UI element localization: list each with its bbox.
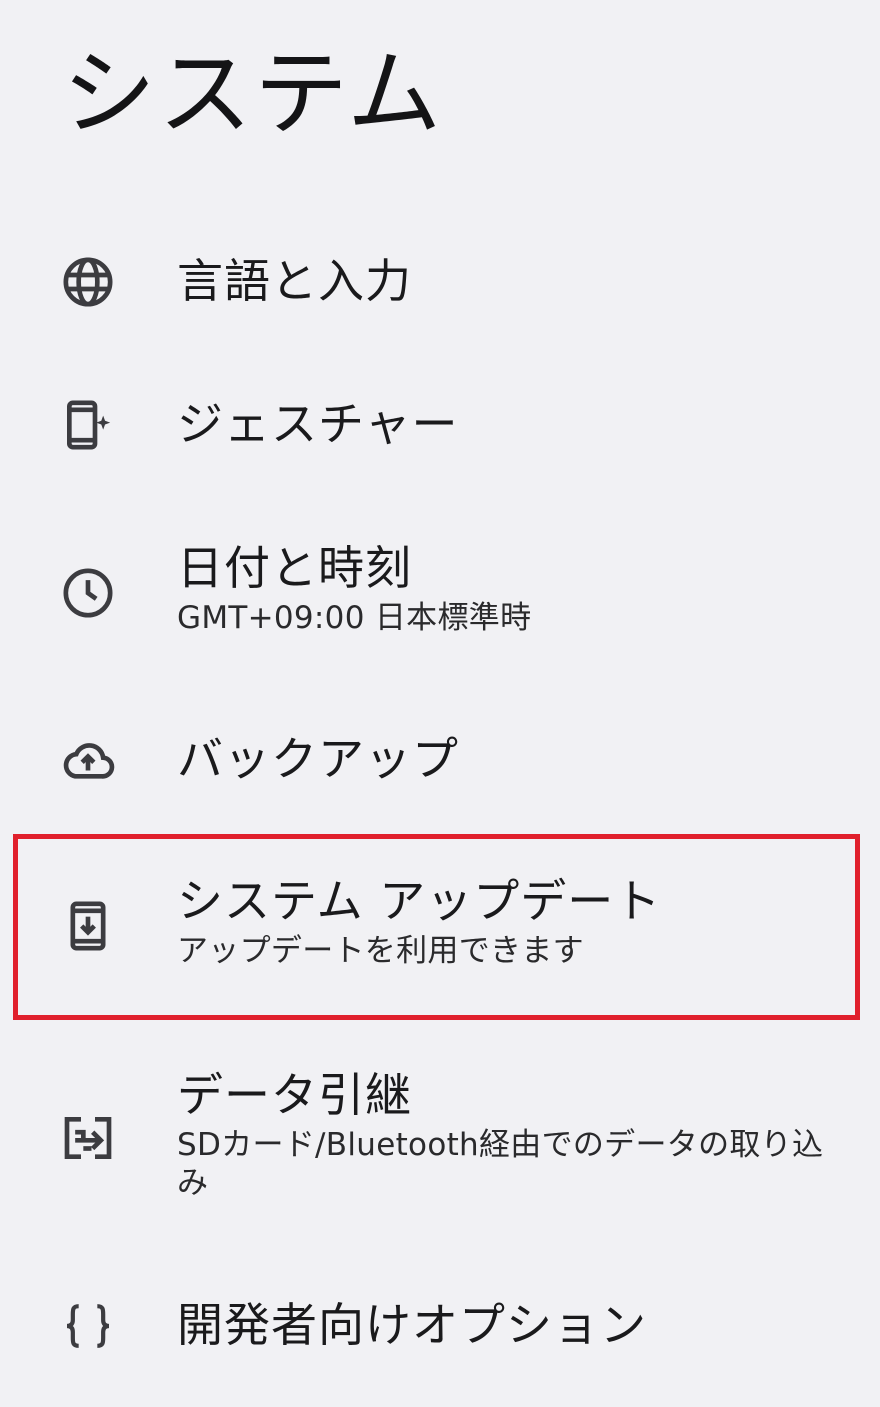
settings-list: 言語と入力 ジェスチャー 日付と時刻 GMT+09:00 日本標準時 バックアッ… — [0, 0, 880, 1407]
system-update-icon — [58, 896, 118, 956]
settings-item-system-update[interactable]: システム アップデート アップデートを利用できます — [0, 866, 880, 991]
settings-item-developer-options[interactable]: 開発者向けオプション — [0, 1290, 880, 1380]
settings-item-data-transfer[interactable]: データ引継 SDカード/Bluetooth経由でのデータの取り込み — [0, 1060, 880, 1220]
settings-item-title: システム アップデート — [177, 874, 662, 928]
settings-item-title: 日付と時刻 — [177, 541, 412, 595]
settings-item-title: データ引継 — [177, 1068, 412, 1122]
settings-item-summary: SDカード/Bluetooth経由でのデータの取り込み — [177, 1127, 824, 1201]
settings-item-title: バックアップ — [177, 732, 459, 786]
settings-item-summary: アップデートを利用できます — [177, 933, 584, 969]
data-transfer-icon — [58, 1108, 118, 1168]
settings-item-gestures[interactable]: ジェスチャー — [0, 385, 880, 475]
gesture-phone-icon — [58, 395, 118, 455]
settings-item-language[interactable]: 言語と入力 — [0, 240, 880, 330]
settings-item-summary: GMT+09:00 日本標準時 — [177, 600, 532, 636]
settings-item-title: 開発者向けオプション — [177, 1298, 647, 1352]
globe-icon — [58, 252, 118, 312]
clock-icon — [58, 563, 118, 623]
settings-item-title: 言語と入力 — [177, 254, 412, 308]
settings-item-title: ジェスチャー — [177, 397, 459, 451]
cloud-upload-icon — [58, 730, 118, 790]
settings-item-backup[interactable]: バックアップ — [0, 720, 880, 810]
braces-icon — [58, 1296, 118, 1356]
settings-item-datetime[interactable]: 日付と時刻 GMT+09:00 日本標準時 — [0, 535, 880, 655]
